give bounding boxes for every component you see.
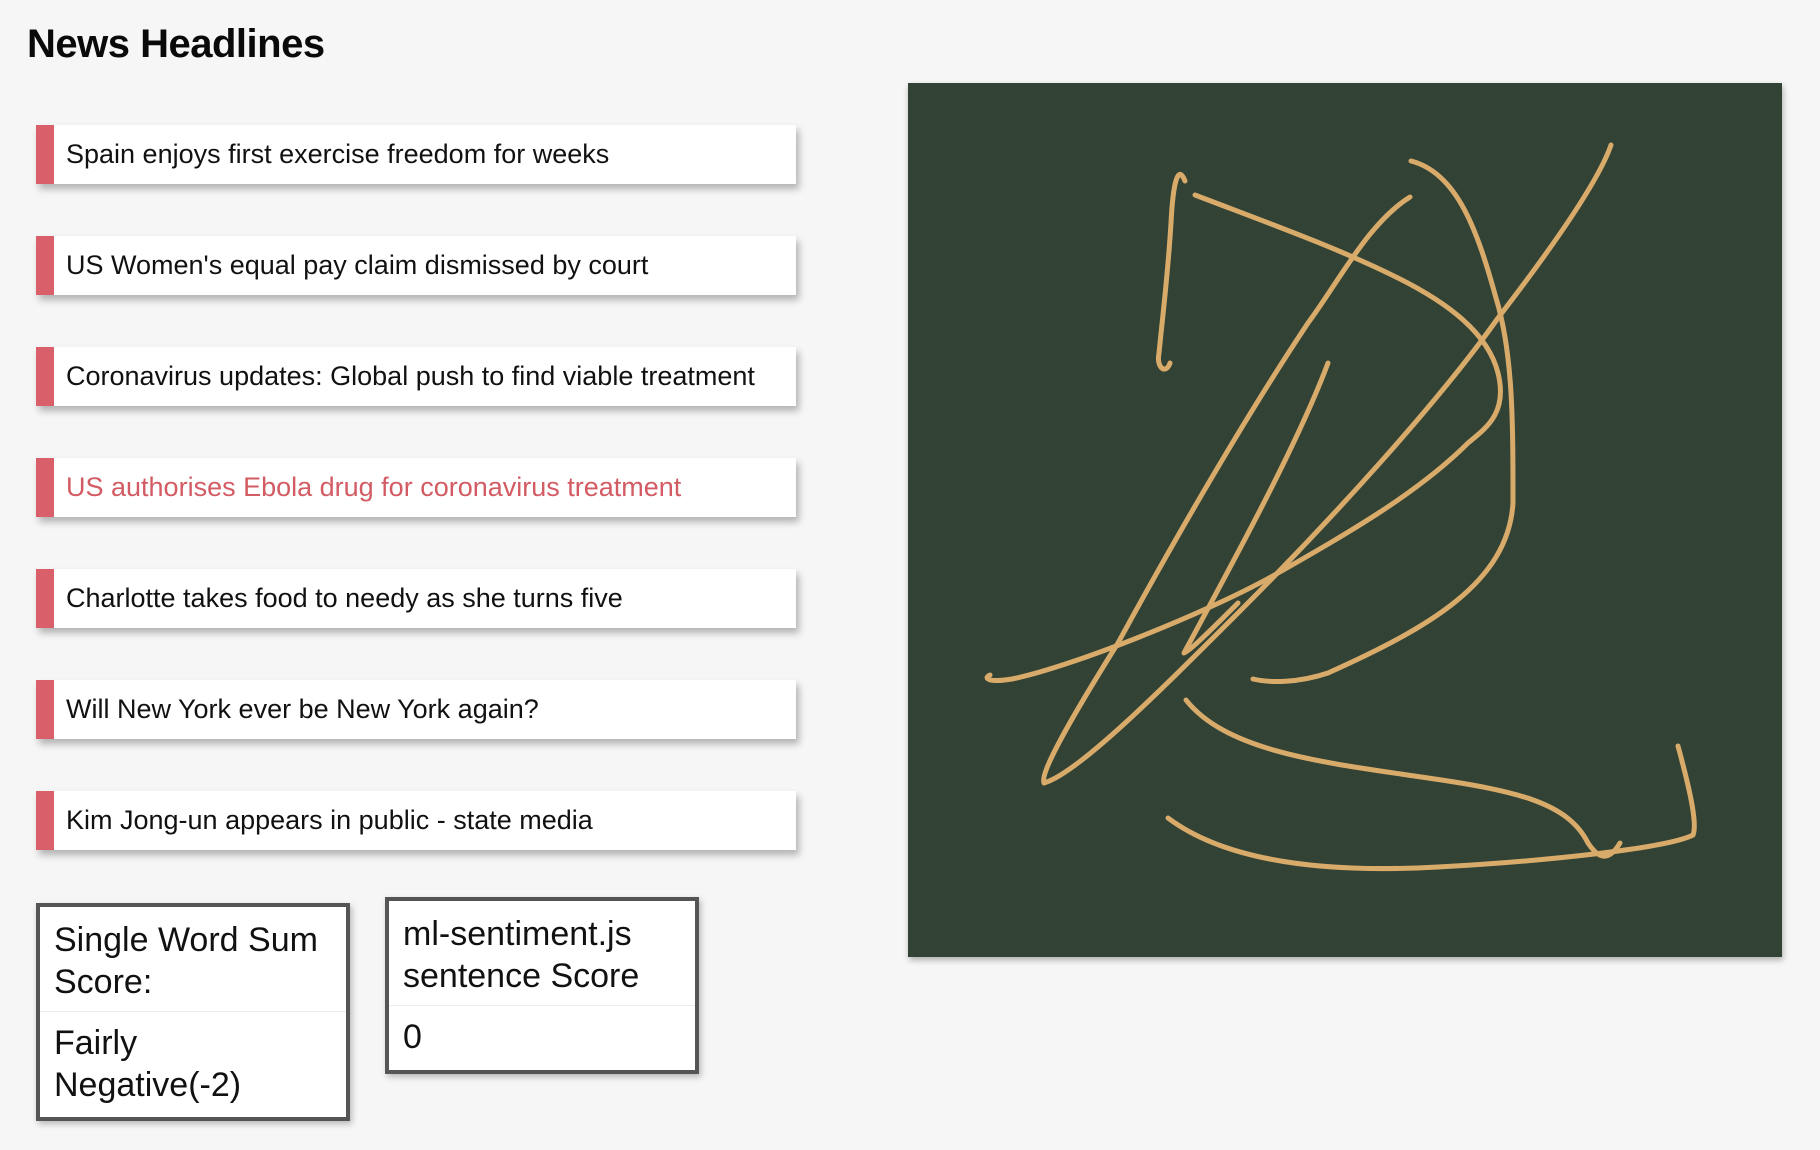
- headline-text: Coronavirus updates: Global push to find…: [66, 361, 755, 391]
- single-word-score-value: Fairly Negative(-2): [54, 1024, 242, 1104]
- headline-item[interactable]: Coronavirus updates: Global push to find…: [36, 347, 796, 406]
- drawing-stroke: [1250, 158, 1516, 684]
- headline-item[interactable]: Will New York ever be New York again?: [36, 680, 796, 739]
- headline-item[interactable]: US Women's equal pay claim dismissed by …: [36, 236, 796, 295]
- headline-list: Spain enjoys first exercise freedom for …: [36, 125, 796, 902]
- headline-item[interactable]: US authorises Ebola drug for coronavirus…: [36, 458, 796, 517]
- drawing-canvas[interactable]: [908, 83, 1782, 957]
- ml-sentiment-score-label: ml-sentiment.js sentence Score: [389, 901, 695, 1006]
- headline-item[interactable]: Charlotte takes food to needy as she tur…: [36, 569, 796, 628]
- headline-text: Kim Jong-un appears in public - state me…: [66, 805, 593, 835]
- headline-text: Will New York ever be New York again?: [66, 694, 539, 724]
- headline-text: US Women's equal pay claim dismissed by …: [66, 250, 649, 280]
- drawing-stroke: [1165, 743, 1697, 872]
- headline-item[interactable]: Kim Jong-un appears in public - state me…: [36, 791, 796, 850]
- drawing-stroke: [1041, 142, 1614, 786]
- ml-sentiment-score-box: ml-sentiment.js sentence Score 0: [385, 897, 699, 1074]
- headline-item[interactable]: Spain enjoys first exercise freedom for …: [36, 125, 796, 184]
- headline-text: US authorises Ebola drug for coronavirus…: [66, 472, 682, 502]
- page-title: News Headlines: [27, 22, 325, 66]
- headline-text: Spain enjoys first exercise freedom for …: [66, 139, 610, 169]
- single-word-score-box: Single Word Sum Score: Fairly Negative(-…: [36, 903, 350, 1121]
- drawing-stroke: [1155, 171, 1188, 372]
- ml-sentiment-score-value: 0: [403, 1018, 422, 1056]
- headline-text: Charlotte takes food to needy as she tur…: [66, 583, 623, 613]
- single-word-score-label: Single Word Sum Score:: [40, 907, 346, 1012]
- drawing-stroke: [1183, 697, 1623, 859]
- page: News Headlines Spain enjoys first exerci…: [0, 0, 1820, 1150]
- drawing-strokes: [984, 142, 1697, 872]
